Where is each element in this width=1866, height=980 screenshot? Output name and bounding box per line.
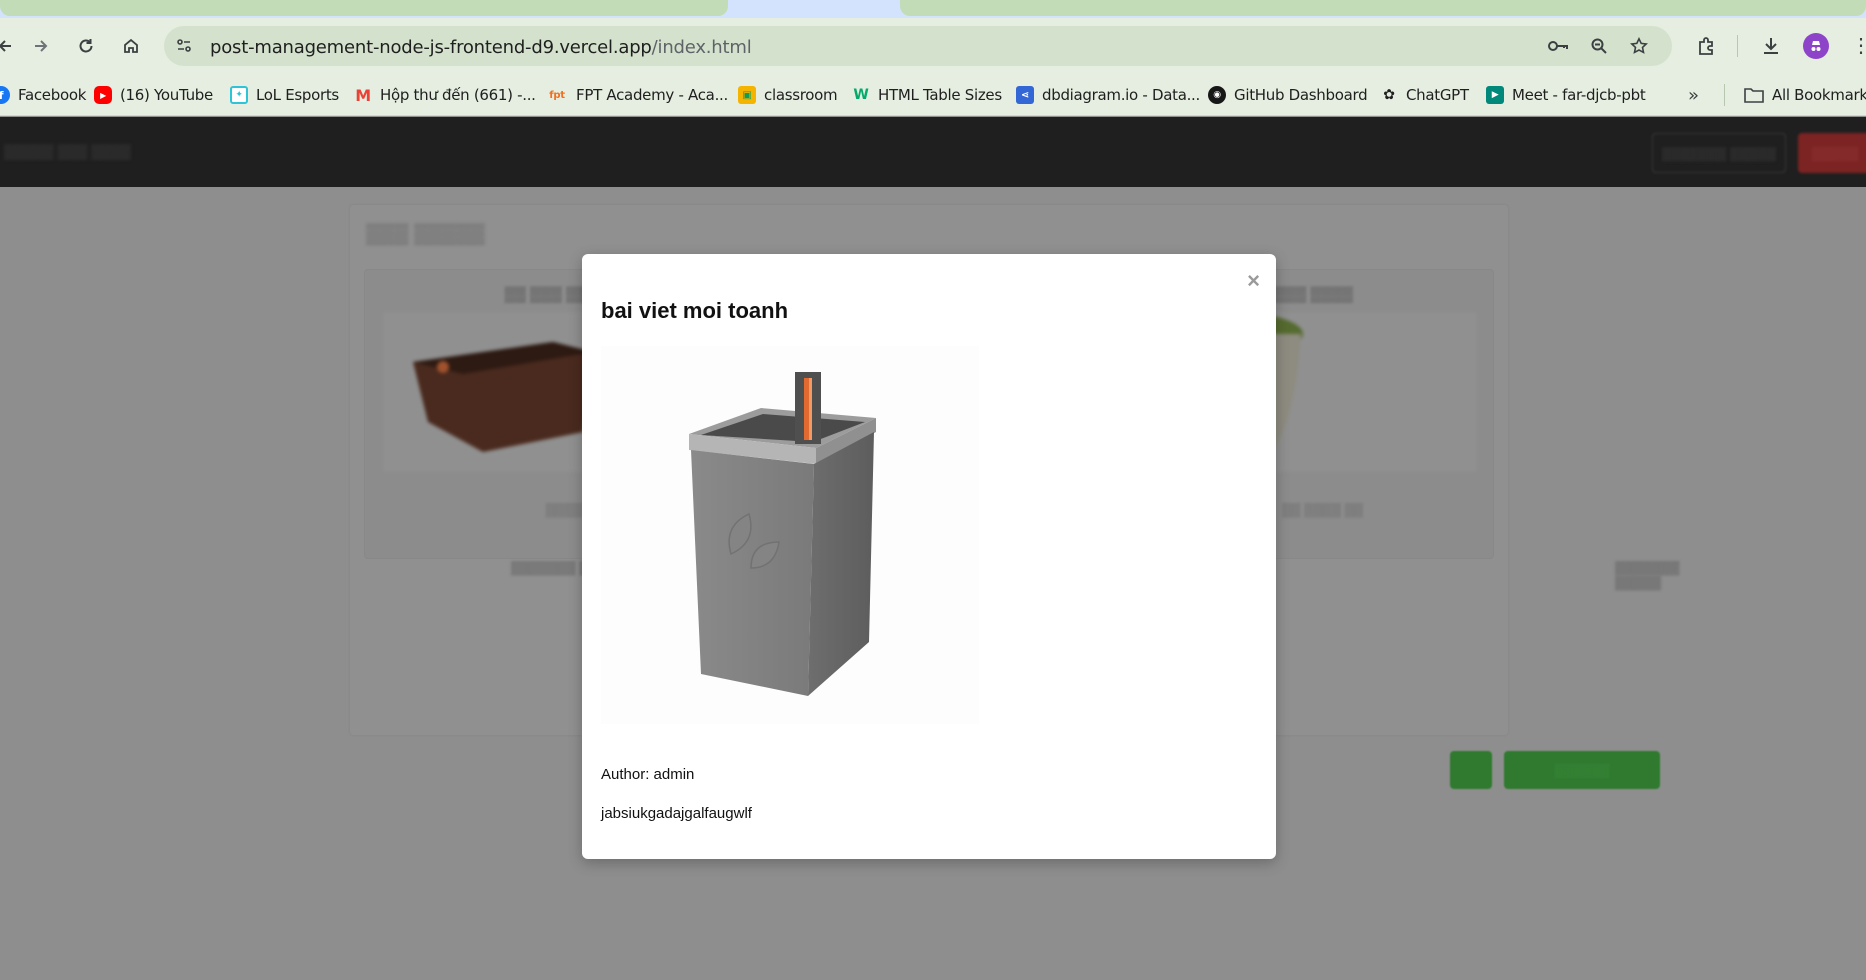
forward-button[interactable] — [25, 30, 57, 62]
extensions-button[interactable] — [1690, 30, 1722, 62]
bookmark-gmail[interactable]: M Hộp thư đến (661) -... — [354, 84, 536, 106]
bookmark-label: ChatGPT — [1406, 86, 1469, 104]
create-post-link[interactable]: ▒▒▒▒▒ ▒▒▒ ▒▒▒▒ — [4, 143, 131, 159]
bookmark-github[interactable]: ◉ GitHub Dashboard — [1208, 84, 1368, 106]
bookmark-label: dbdiagram.io - Data... — [1042, 86, 1200, 104]
profile-button[interactable] — [1800, 30, 1832, 62]
welcome-button[interactable]: ▒▒▒▒▒▒▒ ▒▒▒▒▒ — [1652, 133, 1786, 173]
w3-icon: W — [853, 87, 869, 103]
url-host: post-management-node-js-frontend-d9.verc… — [210, 37, 652, 58]
url-text: post-management-node-js-frontend-d9.verc… — [210, 37, 752, 58]
forward-arrow-icon — [35, 40, 48, 52]
dbdiagram-icon: ⋖ — [1016, 86, 1034, 104]
bookmark-label: (16) YouTube — [120, 86, 213, 104]
bookmark-label: HTML Table Sizes — [878, 86, 1002, 104]
lol-esports-icon: ✦ — [230, 86, 248, 104]
bookmark-star-icon[interactable] — [1627, 34, 1651, 58]
back-arrow-icon — [0, 40, 11, 52]
bookmark-label: FPT Academy - Aca... — [576, 86, 728, 104]
home-button[interactable] — [115, 30, 147, 62]
edit-button[interactable] — [1450, 751, 1492, 789]
facebook-icon: f — [0, 86, 10, 104]
post-detail-modal: × bai viet moi toanh Author: admin jabsi… — [582, 254, 1276, 859]
back-button[interactable] — [0, 30, 22, 62]
site-info-icon[interactable] — [172, 34, 196, 58]
bookmark-label: All Bookmarks — [1772, 86, 1866, 104]
post-card-author: ▒▒▒▒▒▒▒ ▒▒▒▒▒ — [1615, 560, 1680, 590]
chevron-double-right-icon: » — [1688, 84, 1699, 106]
youtube-icon: ▶ — [94, 86, 112, 104]
bookmark-label: GitHub Dashboard — [1234, 86, 1368, 104]
bookmarks-divider — [1724, 84, 1725, 106]
bookmark-chatgpt[interactable]: ✿ ChatGPT — [1380, 84, 1469, 106]
browser-toolbar: post-management-node-js-frontend-d9.verc… — [0, 18, 1866, 74]
bookmark-label: Facebook — [18, 86, 87, 104]
logout-button[interactable]: ▒▒▒▒▒ — [1798, 133, 1866, 173]
close-icon[interactable]: × — [1247, 270, 1260, 292]
download-icon — [1764, 38, 1778, 54]
bookmark-label: Meet - far-djcb-pbt — [1512, 86, 1646, 104]
downloads-button[interactable] — [1755, 30, 1787, 62]
reload-button[interactable] — [70, 30, 102, 62]
gmail-icon: M — [355, 85, 371, 105]
bookmarks-bar: f Facebook ▶ (16) YouTube ✦ LoL Esports M Hộ… — [0, 74, 1866, 116]
home-icon — [124, 38, 138, 53]
bookmark-html-table-sizes[interactable]: W HTML Table Sizes — [852, 84, 1002, 106]
reload-icon — [79, 39, 93, 53]
post-content: jabsiukgadajgalfaugwlf — [601, 805, 752, 822]
bookmark-label: LoL Esports — [256, 86, 339, 104]
browser-tab[interactable] — [0, 0, 728, 16]
bookmark-lol-esports[interactable]: ✦ LoL Esports — [230, 84, 339, 106]
password-key-icon[interactable] — [1546, 34, 1570, 58]
zoom-icon[interactable] — [1587, 34, 1611, 58]
classroom-icon: ▣ — [738, 86, 756, 104]
browser-tab[interactable] — [900, 0, 1866, 16]
incognito-icon — [1811, 41, 1821, 51]
url-path: /index.html — [651, 37, 752, 58]
post-author: Author: admin — [601, 766, 695, 783]
folder-icon — [1744, 87, 1764, 103]
kebab-menu-icon: ⋮ — [1851, 35, 1866, 57]
avatar — [1803, 33, 1829, 59]
puzzle-icon — [1699, 37, 1713, 55]
meet-icon: ▶ — [1486, 86, 1504, 104]
fpt-icon: fpt — [549, 89, 565, 101]
post-image — [601, 346, 979, 724]
chatgpt-icon: ✿ — [1383, 87, 1395, 103]
bookmark-facebook[interactable]: f Facebook — [0, 84, 86, 106]
square-planter-image — [689, 372, 876, 696]
all-bookmarks-button[interactable]: All Bookmarks — [1744, 84, 1866, 106]
toolbar-divider — [1737, 35, 1738, 57]
bookmark-fpt-academy[interactable]: fpt FPT Academy - Aca... — [546, 84, 728, 106]
tab-strip — [0, 0, 1866, 18]
bookmark-dbdiagram[interactable]: ⋖ dbdiagram.io - Data... — [1016, 84, 1200, 106]
bookmarks-overflow-button[interactable]: » — [1688, 84, 1699, 106]
bookmark-meet[interactable]: ▶ Meet - far-djcb-pbt — [1486, 84, 1646, 106]
address-bar[interactable]: post-management-node-js-frontend-d9.verc… — [164, 26, 1672, 66]
menu-button[interactable]: ⋮ — [1845, 30, 1866, 62]
bookmark-classroom[interactable]: ▣ classroom — [738, 84, 838, 106]
modal-title: bai viet moi toanh — [601, 298, 789, 323]
posts-heading: ▒▒▒ ▒▒▒▒▒ — [366, 223, 485, 245]
bookmark-label: Hộp thư đến (661) -... — [380, 86, 536, 104]
github-icon: ◉ — [1208, 86, 1226, 104]
bookmark-label: classroom — [764, 86, 838, 104]
app-navbar: ▒▒▒▒▒ ▒▒▒ ▒▒▒▒ ▒▒▒▒▒▒▒ ▒▒▒▒▒ ▒▒▒▒▒ — [0, 117, 1866, 187]
bookmark-youtube[interactable]: ▶ (16) YouTube — [94, 84, 213, 106]
delete-button[interactable]: ▒▒▒▒▒▒ — [1504, 751, 1660, 789]
